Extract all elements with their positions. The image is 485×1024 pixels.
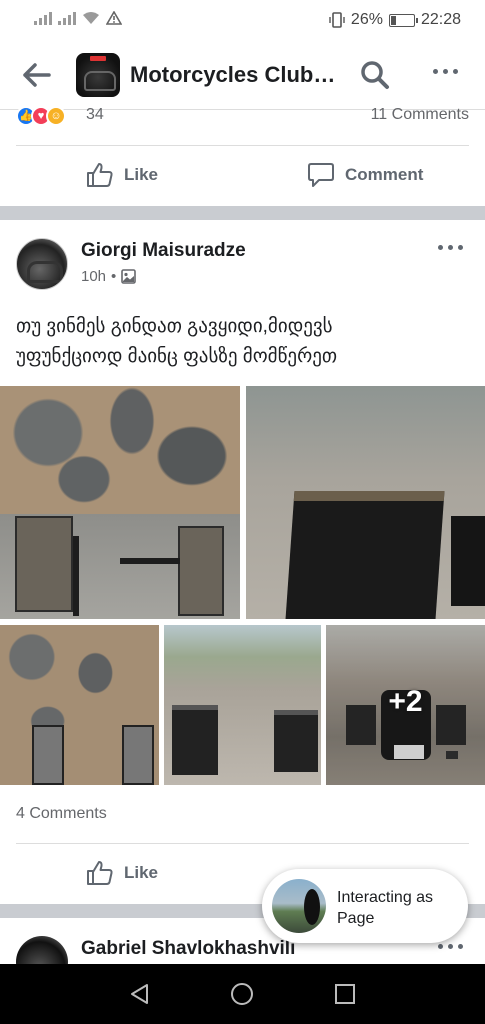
system-navigation-bar — [0, 964, 485, 1024]
like-label: Like — [124, 863, 159, 882]
group-header: Motorcycles Club… — [0, 40, 485, 110]
reaction-count: 34 — [86, 106, 104, 123]
interacting-as-page-toggle[interactable]: Interacting as Page — [262, 869, 468, 943]
author-avatar[interactable] — [16, 238, 68, 290]
thumbs-up-icon — [87, 163, 113, 187]
battery-percent: 26% — [350, 11, 383, 28]
vibrate-icon — [329, 12, 345, 28]
search-icon[interactable] — [360, 60, 390, 90]
post-photo-3[interactable] — [0, 625, 159, 785]
signal-icon — [34, 12, 52, 25]
comment-button[interactable]: Comment — [307, 162, 423, 188]
page-avatar — [272, 879, 326, 933]
back-triangle-icon[interactable] — [128, 982, 152, 1006]
post-photo-2[interactable] — [246, 386, 485, 619]
post-photo-1[interactable] — [0, 386, 240, 619]
post-text-line: თუ ვინმეს გინდათ გავყიდი,მიდევს — [16, 316, 333, 337]
post-meta: 10h • — [81, 268, 137, 285]
post-photo-5[interactable]: +2 — [326, 625, 485, 785]
wifi-icon — [83, 12, 99, 24]
like-button[interactable]: Like — [86, 860, 158, 886]
comment-icon — [308, 163, 334, 187]
page-title[interactable]: Motorcycles Club… — [130, 62, 335, 88]
thumbs-up-icon — [87, 861, 113, 885]
recents-square-icon[interactable] — [333, 982, 357, 1006]
post-divider — [0, 206, 485, 220]
status-bar: 26% 22:28 — [0, 0, 485, 40]
status-icons-left — [34, 11, 122, 25]
post-options-icon[interactable] — [438, 245, 463, 250]
home-circle-icon[interactable] — [230, 982, 254, 1006]
meta-separator: • — [111, 268, 117, 285]
care-reaction-icon: ☺ — [46, 106, 66, 126]
signal-no-sim-icon — [58, 12, 76, 25]
post-text-line: უფუნქციოდ მაინც ფასზე მომწერეთ — [16, 346, 338, 367]
post-comments-count[interactable]: 4 Comments — [16, 805, 107, 823]
more-photos-count[interactable]: +2 — [326, 685, 485, 719]
post-photo-4[interactable] — [164, 625, 321, 785]
photo-audience-icon — [121, 269, 137, 284]
post-text: თუ ვინმეს გინდათ გავყიდი,მიდევს უფუნქციო… — [16, 312, 466, 372]
post-author-name[interactable]: Gabriel Shavlokhashvili — [81, 938, 295, 960]
like-label: Like — [124, 165, 159, 184]
comments-count[interactable]: 11 Comments — [371, 106, 469, 124]
status-icons-right: 26% 22:28 — [329, 11, 461, 29]
warning-icon — [106, 11, 122, 25]
post-time[interactable]: 10h — [81, 268, 106, 285]
post-options-icon[interactable] — [438, 944, 463, 949]
arrow-left-icon[interactable] — [22, 62, 52, 88]
post-author-name[interactable]: Giorgi Maisuradze — [81, 240, 246, 262]
clock: 22:28 — [420, 11, 461, 28]
more-options-icon[interactable] — [433, 69, 458, 74]
battery-icon — [388, 13, 418, 27]
interacting-line: Page — [337, 910, 375, 927]
reactions-summary[interactable]: 👍 ♥ ☺ 34 11 Comments — [16, 106, 471, 126]
post-actions: Like Comment — [16, 145, 469, 203]
interacting-as-text: Interacting as Page — [337, 887, 433, 929]
interacting-line: Interacting as — [337, 889, 434, 906]
reaction-icons: 👍 ♥ ☺ — [16, 106, 66, 126]
like-button[interactable]: Like — [86, 162, 158, 188]
group-avatar[interactable] — [76, 53, 120, 97]
comment-label: Comment — [345, 165, 424, 184]
